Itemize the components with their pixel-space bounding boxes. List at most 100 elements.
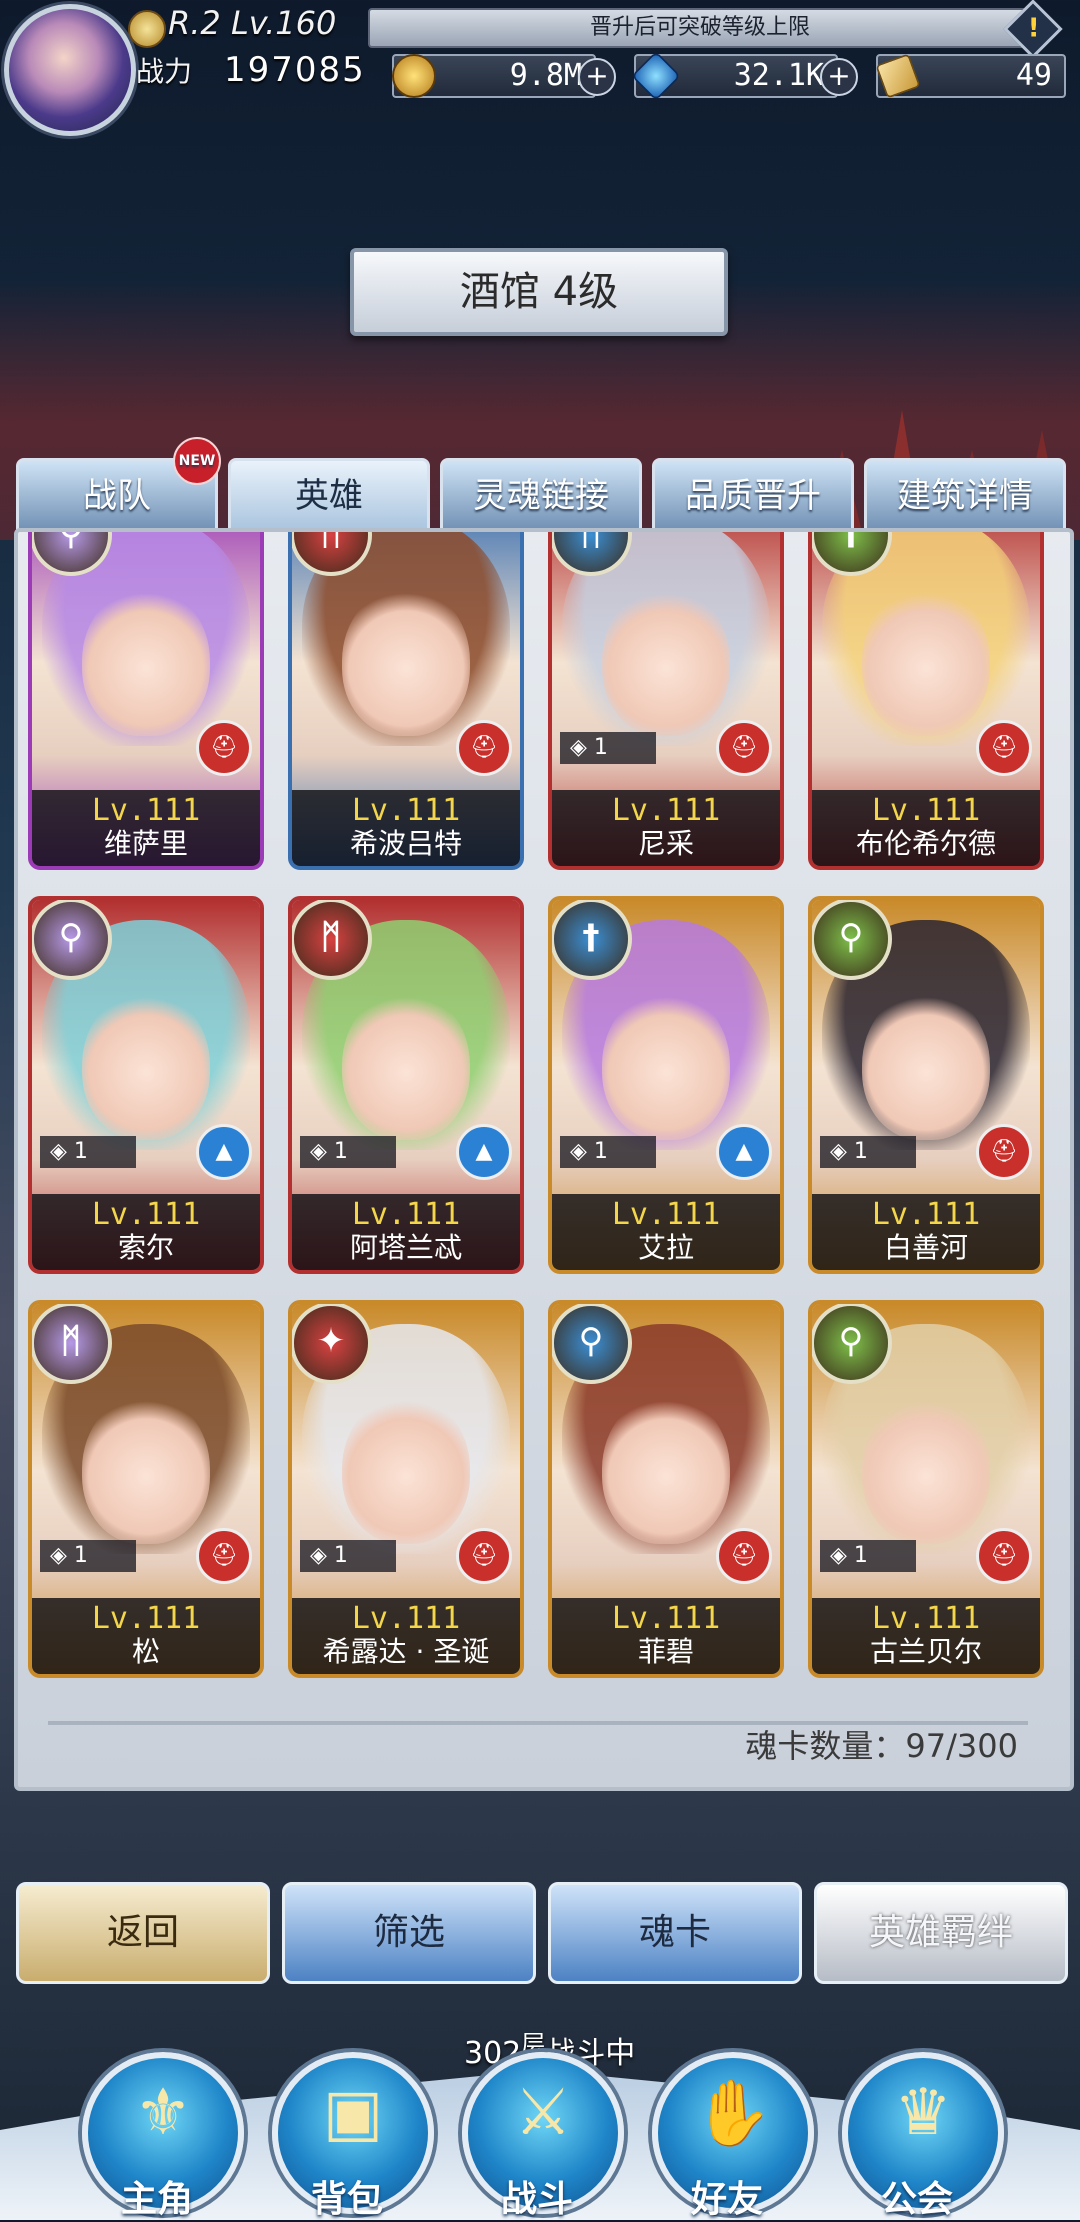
hero-card[interactable]: ᛗ ▲ ◈ 1 Lv.111 阿塔兰忒: [288, 896, 524, 1274]
hero-grid-panel[interactable]: ⚲ ⛑ Lv.111 维萨里 ᛗ ⛑ Lv.111 希波吕特 ᛗ ⛑ ◈ 1 Lv.111 尼采 † ⛑ Lv…: [14, 528, 1074, 1791]
hero-face: [862, 990, 990, 1140]
diamond-resource: 32.1K +: [631, 51, 858, 101]
soul-link-count: ◈ 1: [300, 1136, 396, 1168]
add-diamond-button[interactable]: +: [820, 58, 858, 96]
rank-badge-icon: [128, 10, 166, 48]
diamond-icon: [631, 51, 681, 101]
tab-heroes[interactable]: 英雄: [228, 458, 430, 534]
hero-card[interactable]: ⚲ ⛑ Lv.111 菲碧: [548, 1300, 784, 1678]
role-warrior-icon: ⛑: [976, 720, 1032, 776]
nav-hero-label: 主角: [120, 2179, 193, 2220]
soul-link-count: ◈ 1: [820, 1540, 916, 1572]
role-mage-icon: ▲: [716, 1124, 772, 1180]
tab-quality-promotion-label: 品质晋升: [685, 476, 821, 516]
ticket-icon: [875, 53, 921, 99]
power-label: 战力: [136, 55, 193, 88]
gold-coin-icon: [392, 54, 436, 98]
hero-card[interactable]: † ⛑ Lv.111 布伦希尔德: [808, 532, 1044, 870]
class-rune-icon: ᛗ: [292, 900, 372, 980]
class-magnifier-icon: ⚲: [812, 1304, 892, 1384]
hero-bond-button[interactable]: 英雄羁绊: [814, 1882, 1068, 1984]
hero-card[interactable]: ⚲ ▲ ◈ 1 Lv.111 索尔: [28, 896, 264, 1274]
role-mage-icon: ▲: [196, 1124, 252, 1180]
role-mage-icon: ▲: [456, 1124, 512, 1180]
hero-face: [602, 1394, 730, 1544]
tab-quality-promotion[interactable]: 品质晋升: [652, 458, 854, 534]
hero-name: 阿塔兰忒: [349, 1231, 462, 1264]
player-rank-level: R.2 Lv.160: [168, 4, 337, 42]
hero-card[interactable]: ⚲ ⛑ Lv.111 维萨里: [28, 532, 264, 870]
hero-name: 白善河: [883, 1231, 968, 1264]
hero-card[interactable]: ᛗ ⛑ Lv.111 希波吕特: [288, 532, 524, 870]
tab-building-details[interactable]: 建筑详情: [864, 458, 1066, 534]
soul-link-count: ◈ 1: [820, 1136, 916, 1168]
role-warrior-icon: ⛑: [716, 720, 772, 776]
back-button[interactable]: 返回: [16, 1882, 270, 1984]
class-magnifier-icon: ⚲: [552, 1304, 632, 1384]
nav-guild-label: 公会: [880, 2179, 953, 2220]
building-title: 酒馆 4级: [350, 248, 728, 336]
soul-card-button[interactable]: 魂卡: [548, 1882, 802, 1984]
tab-soul-link[interactable]: 灵魂链接: [440, 458, 642, 534]
hero-face: [862, 586, 990, 736]
tab-soul-link-label: 灵魂链接: [473, 476, 609, 516]
role-warrior-icon: ⛑: [196, 1528, 252, 1584]
handshake-icon: ✋: [693, 2077, 773, 2151]
hero-card[interactable]: ⚲ ⛑ ◈ 1 Lv.111 白善河: [808, 896, 1044, 1274]
filter-button[interactable]: 筛选: [282, 1882, 536, 1984]
new-badge: NEW: [173, 437, 221, 485]
hero-name: 希露达 · 圣诞: [322, 1635, 490, 1668]
soul-card-count: 魂卡数量：97/300: [745, 1727, 1018, 1765]
class-wing-icon: ✦: [292, 1304, 372, 1384]
hero-card[interactable]: ᛗ ⛑ ◈ 1 Lv.111 松: [28, 1300, 264, 1678]
role-warrior-icon: ⛑: [456, 720, 512, 776]
class-rune-icon: ᛗ: [32, 1304, 112, 1384]
guild-crest-icon: ♛: [894, 2076, 952, 2150]
hero-card[interactable]: ✦ ⛑ ◈ 1 Lv.111 希露达 · 圣诞: [288, 1300, 524, 1678]
soul-link-count: ◈ 1: [560, 1136, 656, 1168]
soul-link-count: ◈ 1: [300, 1540, 396, 1572]
hero-face: [82, 990, 210, 1140]
hero-name: 艾拉: [637, 1231, 694, 1264]
class-magnifier-icon: ⚲: [32, 900, 112, 980]
tab-heroes-label: 英雄: [295, 476, 363, 516]
hero-face: [602, 586, 730, 736]
hero-name: 维萨里: [103, 827, 188, 860]
player-avatar[interactable]: [4, 4, 136, 136]
tab-team[interactable]: 战队 NEW: [16, 437, 221, 534]
hero-face: [862, 1394, 990, 1544]
hero-card[interactable]: † ▲ ◈ 1 Lv.111 艾拉: [548, 896, 784, 1274]
role-warrior-icon: ⛑: [456, 1528, 512, 1584]
add-gold-button[interactable]: +: [578, 58, 616, 96]
hero-name: 尼采: [637, 827, 694, 860]
hero-name: 希波吕特: [349, 827, 462, 860]
backpack-icon: ▣: [322, 2076, 384, 2150]
role-warrior-icon: ⛑: [976, 1528, 1032, 1584]
nav-battle-label: 战斗: [500, 2179, 573, 2220]
hero-name: 古兰贝尔: [869, 1635, 982, 1668]
hero-face: [82, 586, 210, 736]
tab-building-details-label: 建筑详情: [897, 476, 1033, 516]
hero-face: [342, 586, 470, 736]
nav-backpack-label: 背包: [310, 2179, 383, 2220]
hero-helmet-icon: ⚜: [134, 2076, 192, 2150]
hero-face: [342, 990, 470, 1140]
power-value: 197085: [224, 50, 366, 90]
promotion-notice[interactable]: 晋升后可突破等级上限: [368, 8, 1032, 48]
class-sword-icon: †: [552, 900, 632, 980]
nav-friends-label: 好友: [690, 2179, 763, 2220]
crossed-swords-icon: ⚔: [514, 2076, 572, 2150]
soul-link-count: ◈ 1: [40, 1136, 136, 1168]
hero-face: [82, 1394, 210, 1544]
class-magnifier-icon: ⚲: [812, 900, 892, 980]
hero-name: 松: [131, 1635, 160, 1668]
ticket-resource: 49: [875, 53, 1066, 99]
hero-face: [342, 1394, 470, 1544]
hero-card[interactable]: ᛗ ⛑ ◈ 1 Lv.111 尼采: [548, 532, 784, 870]
soul-link-count: ◈ 1: [40, 1540, 136, 1572]
role-warrior-icon: ⛑: [976, 1124, 1032, 1180]
diamond-value: 32.1K: [733, 58, 824, 93]
hero-card[interactable]: ⚲ ⛑ ◈ 1 Lv.111 古兰贝尔: [808, 1300, 1044, 1678]
role-warrior-icon: ⛑: [716, 1528, 772, 1584]
hero-face: [602, 990, 730, 1140]
